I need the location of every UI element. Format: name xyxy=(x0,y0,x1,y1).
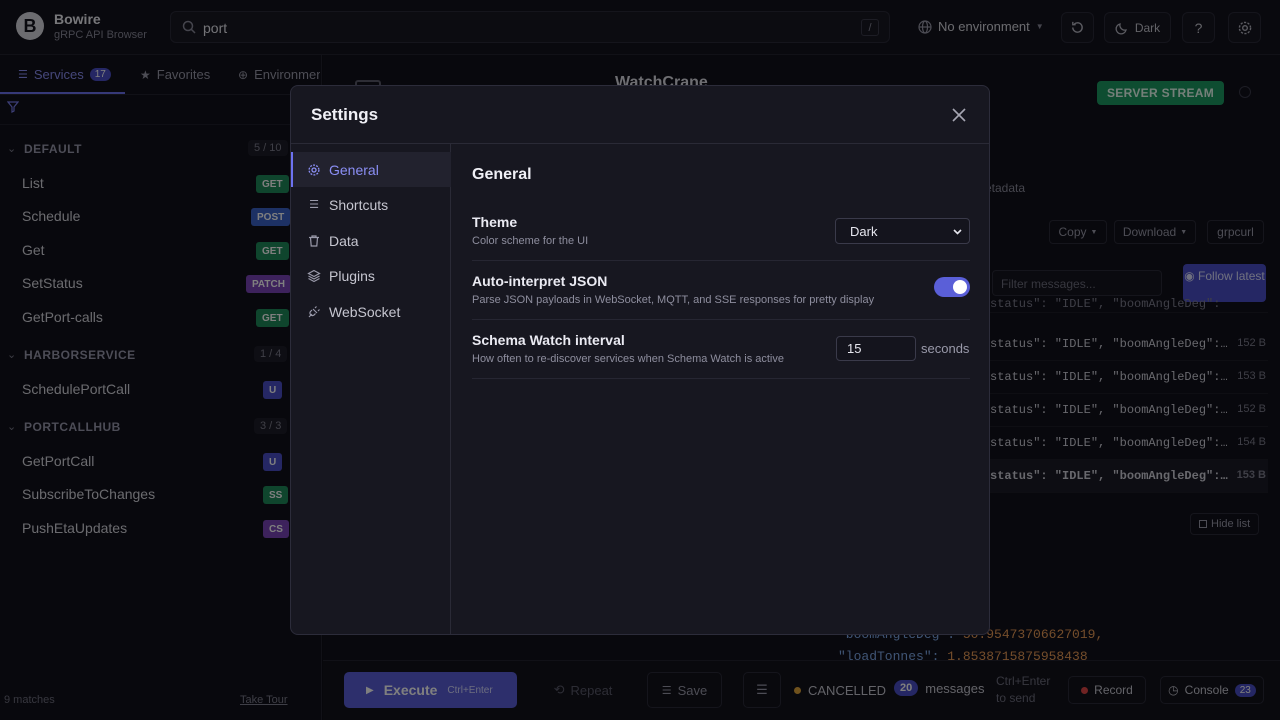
list-icon: ☰ xyxy=(309,199,319,211)
settings-nav-label: WebSocket xyxy=(329,303,401,320)
settings-nav-label: General xyxy=(329,161,379,178)
gear-icon xyxy=(308,163,320,176)
close-button[interactable] xyxy=(949,105,969,125)
auto-json-toggle[interactable] xyxy=(934,277,970,297)
settings-nav-shortcuts[interactable]: ☰ Shortcuts xyxy=(291,187,451,222)
settings-nav-data[interactable]: Data xyxy=(291,223,451,258)
trash-icon xyxy=(309,234,319,247)
theme-select-value: Dark xyxy=(850,223,878,239)
settings-title: Settings xyxy=(311,105,379,124)
setting-label: Schema Watch interval xyxy=(472,332,625,348)
chevron-down-icon xyxy=(953,229,962,235)
setting-theme: Theme Color scheme for the UI Dark xyxy=(472,202,970,261)
schema-watch-unit: seconds xyxy=(921,341,970,356)
settings-nav: General ☰ Shortcuts Data Plugins WebSock… xyxy=(291,144,451,634)
setting-description: Color scheme for the UI xyxy=(472,235,589,247)
panel-title: General xyxy=(472,166,532,183)
setting-description: Parse JSON payloads in WebSocket, MQTT, … xyxy=(472,294,875,306)
setting-schema-watch: Schema Watch interval How often to re-di… xyxy=(472,320,970,379)
toggle-knob xyxy=(953,280,967,294)
settings-nav-general[interactable]: General xyxy=(291,152,451,187)
settings-nav-label: Shortcuts xyxy=(329,196,389,213)
plug-icon xyxy=(308,305,320,317)
setting-auto-json: Auto-interpret JSON Parse JSON payloads … xyxy=(472,261,970,320)
settings-nav-label: Plugins xyxy=(329,267,375,284)
settings-nav-plugins[interactable]: Plugins xyxy=(291,258,451,293)
close-icon xyxy=(952,108,966,122)
setting-label: Theme xyxy=(472,214,518,230)
setting-label: Auto-interpret JSON xyxy=(472,273,608,289)
settings-nav-websocket[interactable]: WebSocket xyxy=(291,294,451,329)
theme-select[interactable]: Dark xyxy=(835,218,970,244)
settings-header: Settings xyxy=(291,86,989,144)
layers-icon xyxy=(307,269,321,282)
schema-watch-interval-input[interactable] xyxy=(836,336,916,361)
settings-panel-general: General Theme Color scheme for the UI Da… xyxy=(452,144,989,634)
settings-dialog: Settings General ☰ Shortcuts Data Plugin… xyxy=(290,85,990,635)
settings-nav-label: Data xyxy=(329,232,359,249)
setting-description: How often to re-discover services when S… xyxy=(472,353,784,365)
